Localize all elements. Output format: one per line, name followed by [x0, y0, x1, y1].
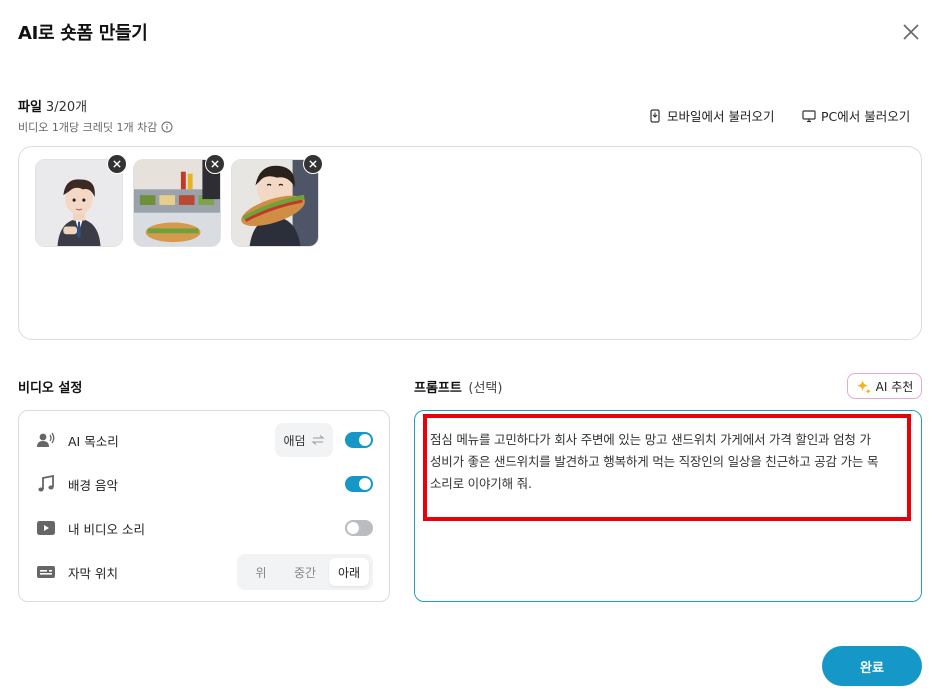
- my-audio-row: 내 비디오 소리: [36, 516, 145, 540]
- remove-icon: [113, 160, 121, 168]
- sparkle-icon: [856, 379, 871, 394]
- subtitle-option-bottom[interactable]: 아래: [329, 558, 369, 586]
- subtitle-position-segmented: 위 중간 아래: [237, 554, 373, 590]
- import-pc-label: PC에서 불러오기: [821, 109, 911, 124]
- close-button[interactable]: [899, 20, 923, 44]
- video-play-icon: [37, 521, 55, 535]
- subtitle-label: 자막 위치: [68, 565, 118, 581]
- import-pc-button[interactable]: PC에서 불러오기: [802, 106, 910, 125]
- remove-thumbnail-1-button[interactable]: [107, 154, 127, 174]
- done-button[interactable]: 완료: [822, 646, 922, 686]
- remove-thumbnail-3-button[interactable]: [303, 154, 323, 174]
- my-audio-label: 내 비디오 소리: [68, 521, 145, 537]
- prompt-line: 소리로 이야기해 줘.: [430, 476, 532, 491]
- subtitle-option-top[interactable]: 위: [241, 558, 281, 586]
- dialog-title: AI로 숏폼 만들기: [18, 23, 148, 44]
- voice-name: 애덤: [283, 433, 306, 448]
- bgm-toggle[interactable]: [345, 476, 373, 492]
- remove-thumbnail-2-button[interactable]: [205, 154, 225, 174]
- ai-recommend-button[interactable]: AI 추천: [847, 373, 922, 399]
- prompt-label: 프롬프트: [414, 381, 462, 396]
- my-audio-toggle[interactable]: [345, 520, 373, 536]
- files-header: 파일 3/20개: [18, 96, 87, 115]
- toggle-knob: [359, 434, 371, 446]
- prompt-line: 점심 메뉴를 고민하다가 회사 주변에 있는 망고 샌드위치 가게에서 가격 할…: [430, 432, 871, 447]
- music-note-icon: [38, 474, 54, 492]
- voice-select-button[interactable]: 애덤: [275, 423, 333, 457]
- files-count: 3/20개: [45, 100, 88, 115]
- credit-note-text: 비디오 1개당 크레딧 1개 차감: [18, 121, 158, 134]
- close-icon: [903, 24, 919, 40]
- credit-note: 비디오 1개당 크레딧 1개 차감: [18, 119, 173, 135]
- ai-voice-label: AI 목소리: [68, 433, 119, 449]
- remove-icon: [309, 160, 317, 168]
- prompt-text: 점심 메뉴를 고민하다가 회사 주변에 있는 망고 샌드위치 가게에서 가격 할…: [430, 429, 906, 495]
- mobile-icon: [650, 108, 660, 123]
- voice-icon: [37, 432, 55, 447]
- monitor-icon: [802, 109, 816, 122]
- video-settings-title: 비디오 설정: [18, 381, 83, 396]
- bgm-label: 배경 음악: [68, 477, 118, 493]
- subtitle-row: 자막 위치: [36, 560, 118, 584]
- ai-recommend-label: AI 추천: [875, 379, 914, 394]
- prompt-line: 성비가 좋은 샌드위치를 발견하고 행복하게 먹는 직장인의 일상을 친근하고 …: [430, 454, 879, 469]
- files-label: 파일: [18, 100, 42, 115]
- remove-icon: [211, 160, 219, 168]
- import-mobile-button[interactable]: 모바일에서 불러오기: [648, 106, 774, 125]
- toggle-knob: [347, 522, 359, 534]
- info-icon[interactable]: [161, 121, 173, 133]
- ai-voice-toggle[interactable]: [345, 432, 373, 448]
- subtitle-option-middle[interactable]: 중간: [283, 558, 327, 586]
- import-mobile-label: 모바일에서 불러오기: [667, 109, 775, 124]
- swap-icon: [311, 435, 325, 445]
- prompt-title: 프롬프트 (선택): [414, 377, 502, 396]
- bgm-row: 배경 음악: [36, 472, 118, 496]
- subtitle-icon: [37, 566, 55, 578]
- ai-voice-row: AI 목소리: [36, 428, 119, 452]
- prompt-optional: (선택): [468, 381, 503, 396]
- toggle-knob: [359, 478, 371, 490]
